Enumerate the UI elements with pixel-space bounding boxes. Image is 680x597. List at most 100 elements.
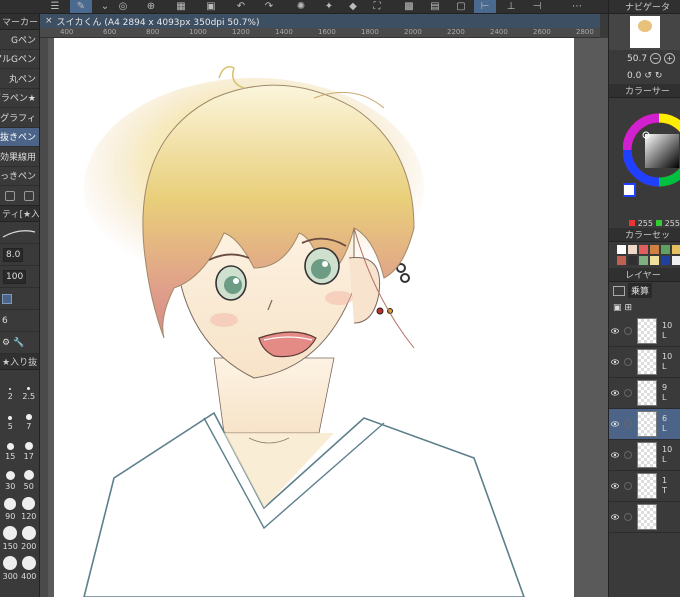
eye-icon[interactable]	[611, 451, 619, 459]
brush-item[interactable]: アルGペン	[0, 50, 39, 69]
frame-icon[interactable]: ▢	[450, 0, 472, 13]
brush-item[interactable]: 丸ペン	[0, 69, 39, 89]
layer-row[interactable]: 9L	[609, 378, 680, 409]
trash-icon[interactable]	[24, 190, 35, 201]
palette-swatch[interactable]	[650, 245, 659, 254]
redo-icon[interactable]: ↷	[258, 0, 280, 13]
align-left-icon[interactable]: ⊢	[474, 0, 496, 13]
layer-lock-toggle[interactable]	[624, 358, 632, 366]
layer-lock-toggle[interactable]	[624, 482, 632, 490]
eye-icon[interactable]	[611, 482, 619, 490]
brush-item[interactable]: 入り抜きペン	[0, 127, 39, 147]
zoom-out-icon[interactable]: −	[650, 53, 662, 64]
record-icon[interactable]: ◎	[112, 0, 134, 13]
duplicate-icon[interactable]	[4, 190, 15, 201]
brush-item[interactable]: ふっきペン	[0, 167, 39, 186]
palette-swatch[interactable]	[639, 256, 648, 265]
eye-icon[interactable]	[611, 420, 619, 428]
layer-lock-toggle[interactable]	[624, 389, 632, 397]
opacity-value[interactable]: 100	[3, 269, 27, 284]
palette-swatch[interactable]	[617, 245, 626, 254]
brush-item[interactable]: 効果線用	[0, 147, 39, 167]
brush-size-preset[interactable]: 120	[21, 493, 38, 521]
grid-icon[interactable]: ▩	[398, 0, 420, 13]
brush-item[interactable]: Gペン	[0, 30, 39, 50]
antialias-icon[interactable]	[2, 293, 12, 304]
eye-icon[interactable]	[611, 389, 619, 397]
loading-icon[interactable]: ✺	[290, 0, 312, 13]
rotate-value[interactable]: 0.0	[627, 71, 641, 81]
brush-size-value[interactable]: 8.0	[3, 247, 24, 262]
blend-mode-select[interactable]: 乗算	[628, 283, 653, 298]
brush-size-preset[interactable]: 17	[21, 433, 38, 461]
undo-icon[interactable]: ↶	[230, 0, 252, 13]
diamond-icon[interactable]: ◆	[342, 0, 364, 13]
opacity-row[interactable]: 100	[0, 266, 39, 288]
green-value[interactable]: 255	[665, 219, 680, 228]
ruler-icon[interactable]: ▤	[424, 0, 446, 13]
eye-icon[interactable]	[611, 358, 619, 366]
brush-size-preset[interactable]: 200	[21, 523, 38, 551]
palette-swatch[interactable]	[650, 256, 659, 265]
brush-size-preset[interactable]: 150	[2, 523, 19, 551]
brush-size-preset[interactable]: 7	[21, 403, 38, 431]
brush-size-preset[interactable]: 5	[2, 403, 19, 431]
align-center-icon[interactable]: ⊥	[500, 0, 522, 13]
brush-item[interactable]: グラフィ	[0, 108, 39, 128]
brush-size-preset[interactable]: 2.5	[21, 373, 38, 401]
align-right-icon[interactable]: ⊣	[526, 0, 548, 13]
wrench-icon[interactable]: 🔧	[13, 338, 24, 348]
fill-icon[interactable]: ▣	[200, 0, 222, 13]
palette-swatch[interactable]	[672, 256, 680, 265]
add-icon[interactable]: ⊕	[140, 0, 162, 13]
clear-icon[interactable]: ✦	[318, 0, 340, 13]
pen-tool-icon[interactable]: ✎	[70, 0, 92, 13]
brush-size-row[interactable]: 8.0	[0, 244, 39, 266]
red-value[interactable]: 255	[638, 219, 653, 228]
document-tab[interactable]: × スイカくん (A4 2894 x 4093px 350dpi 50.7%)	[40, 14, 600, 28]
rotate-left-icon[interactable]: ↺	[644, 71, 652, 81]
eye-icon[interactable]	[611, 327, 619, 335]
close-tab-icon[interactable]: ×	[45, 16, 53, 26]
color-wheel[interactable]	[623, 104, 680, 204]
brush-size-preset[interactable]: 400	[21, 553, 38, 581]
layer-row[interactable]: 1T	[609, 471, 680, 502]
brush-size-preset[interactable]: 90	[2, 493, 19, 521]
layer-icon[interactable]: ▦	[170, 0, 192, 13]
brush-size-preset[interactable]: 2	[2, 373, 19, 401]
brush-size-preset[interactable]: 15	[2, 433, 19, 461]
layer-lock-icon[interactable]: ▣	[613, 303, 622, 313]
aa-level-row[interactable]: 6	[0, 310, 39, 332]
palette-swatch[interactable]	[628, 256, 637, 265]
layer-lock-toggle[interactable]	[624, 513, 632, 521]
eye-icon[interactable]	[611, 513, 619, 521]
palette-swatch[interactable]	[639, 245, 648, 254]
layer-lock-toggle[interactable]	[624, 451, 632, 459]
rotate-right-icon[interactable]: ↻	[655, 71, 663, 81]
more-icon[interactable]: ⋯	[566, 0, 588, 13]
brush-item[interactable]: グラペン★	[0, 89, 39, 108]
palette-swatch[interactable]	[628, 245, 637, 254]
layer-property-icon[interactable]	[613, 285, 625, 296]
layer-lock-toggle[interactable]	[624, 327, 632, 335]
transform-icon[interactable]: ⛶	[366, 0, 388, 13]
navigator-thumbnail[interactable]	[609, 14, 680, 50]
drawing-canvas[interactable]	[54, 38, 574, 597]
palette-swatch[interactable]	[617, 256, 626, 265]
layer-lock-toggle[interactable]	[624, 420, 632, 428]
brush-size-preset[interactable]: 50	[21, 463, 38, 491]
brush-size-preset[interactable]: 30	[2, 463, 19, 491]
palette-swatch[interactable]	[661, 256, 670, 265]
brush-size-preset[interactable]: 300	[2, 553, 19, 581]
layer-row[interactable]	[609, 502, 680, 533]
settings-icon[interactable]: ⚙	[2, 338, 10, 348]
aa-level-value[interactable]: 6	[2, 316, 8, 326]
layer-row[interactable]: 6L	[609, 409, 680, 440]
layer-row[interactable]: 10 L	[609, 316, 680, 347]
palette-swatch[interactable]	[661, 245, 670, 254]
zoom-value[interactable]: 50.7	[627, 54, 647, 64]
layer-clip-icon[interactable]: ⊞	[625, 303, 633, 313]
antialias-row[interactable]	[0, 288, 39, 310]
canvas-area[interactable]	[48, 38, 608, 597]
layer-row[interactable]: 10 L	[609, 440, 680, 471]
